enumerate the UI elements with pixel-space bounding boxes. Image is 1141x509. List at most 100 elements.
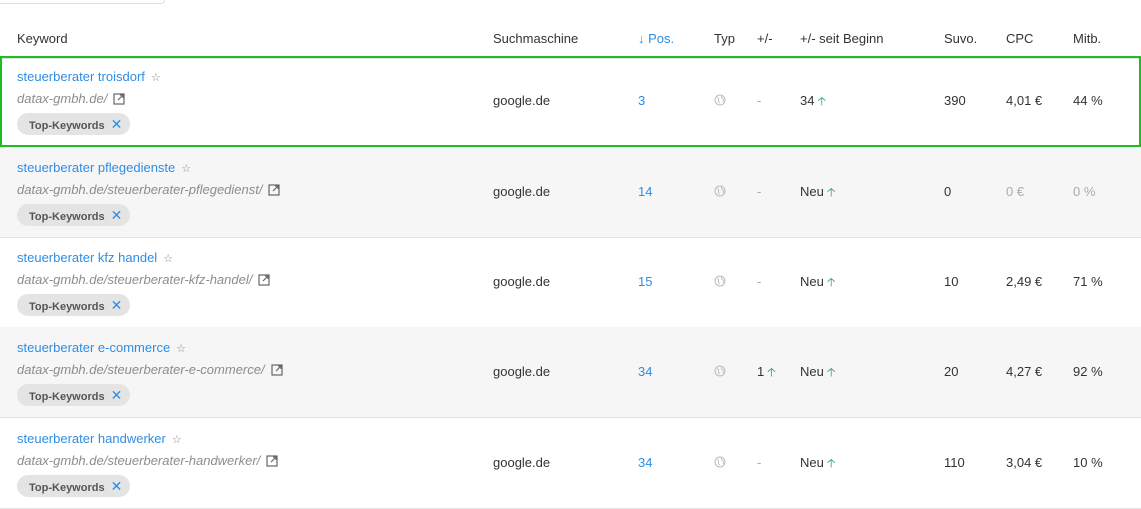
globe-icon (714, 328, 726, 418)
table-row[interactable]: steuerberater pflegedienste ☆ datax-gmbh.d… (0, 147, 1141, 238)
keyword-link[interactable]: steuerberater pflegedienste ☆ (17, 160, 191, 175)
delta-cell: - (757, 56, 761, 146)
globe-icon (714, 419, 726, 509)
type-cell (714, 327, 726, 417)
tag-chip: Top-Keywords ✕ (17, 204, 131, 226)
since-value: Neu (800, 455, 824, 470)
url-text: datax-gmbh.de/steuerberater-e-commerce/ (17, 362, 283, 379)
header-type[interactable]: Typ (714, 31, 735, 46)
cpc-cell: 3,04 € (1006, 455, 1043, 470)
tag-label: Top-Keywords (29, 211, 105, 223)
tag-chip: Top-Keywords ✕ (17, 475, 131, 497)
url-text: datax-gmbh.de/steuerberater-pflegedienst… (17, 182, 281, 199)
table-row[interactable]: steuerberater troisdorf ☆ datax-gmbh.de/To… (0, 56, 1141, 147)
arrow-up-icon: 🡡 (817, 94, 827, 108)
since-value: Neu (800, 184, 824, 199)
volume-cell: 0 (944, 184, 952, 199)
engine-cell: google.de (493, 184, 551, 199)
tag-chip: Top-Keywords ✕ (17, 294, 131, 316)
header-volume[interactable]: Suvo. (944, 31, 977, 46)
delta-cell: 1 🡡 (757, 327, 776, 417)
engine-cell: google.de (493, 274, 551, 289)
external-link-icon[interactable] (268, 184, 281, 199)
arrow-up-icon: 🡡 (826, 185, 836, 199)
header-keyword[interactable]: Keyword (17, 31, 68, 46)
since-cell: Neu 🡡 (800, 418, 835, 508)
since-cell: Neu 🡡 (800, 237, 835, 327)
keyword-text[interactable]: steuerberater handwerker (17, 431, 166, 446)
type-cell (714, 418, 726, 508)
volume-cell: 10 (944, 274, 959, 289)
close-icon[interactable]: ✕ (111, 207, 123, 223)
tag-label: Top-Keywords (29, 120, 105, 132)
star-icon[interactable]: ☆ (163, 253, 173, 265)
type-cell (714, 237, 726, 327)
delta-value: - (757, 93, 762, 108)
pos-cell[interactable]: 14 (638, 147, 652, 237)
close-icon[interactable]: ✕ (111, 116, 123, 132)
close-icon[interactable]: ✕ (111, 387, 123, 403)
tag-label: Top-Keywords (29, 482, 105, 494)
pos-cell[interactable]: 15 (638, 237, 652, 327)
tag-label: Top-Keywords (29, 301, 105, 313)
since-cell: Neu 🡡 (800, 147, 835, 237)
type-cell (714, 147, 726, 237)
keyword-link[interactable]: steuerberater e-commerce ☆ (17, 340, 186, 355)
type-cell (714, 56, 726, 146)
star-icon[interactable]: ☆ (151, 72, 161, 84)
star-icon[interactable]: ☆ (181, 163, 191, 175)
arrow-up-icon: 🡡 (767, 365, 776, 379)
delta-cell: - (757, 237, 761, 327)
table-row[interactable]: steuerberater kfz handel ☆ datax-gmbh.de/s… (0, 237, 1141, 328)
url-label: datax-gmbh.de/steuerberater-pflegedienst… (17, 182, 263, 197)
keyword-text[interactable]: steuerberater pflegedienste (17, 160, 175, 175)
volume-cell: 20 (944, 364, 959, 379)
pos-cell[interactable]: 3 (638, 56, 645, 146)
keyword-link[interactable]: steuerberater handwerker ☆ (17, 431, 182, 446)
external-link-icon[interactable] (113, 93, 125, 108)
header-delta[interactable]: +/- (757, 31, 773, 46)
since-value: 34 (800, 93, 815, 108)
table-row[interactable]: steuerberater handwerker ☆ datax-gmbh.de/s… (0, 418, 1141, 509)
delta-value: - (757, 274, 762, 289)
header-engine[interactable]: Suchmaschine (493, 31, 578, 46)
header-share[interactable]: Mitb. (1073, 31, 1101, 46)
share-cell: 92 % (1073, 364, 1103, 379)
keyword-text[interactable]: steuerberater e-commerce (17, 340, 170, 355)
engine-cell: google.de (493, 455, 551, 470)
pos-cell[interactable]: 34 (638, 418, 652, 508)
close-icon[interactable]: ✕ (111, 297, 123, 313)
pos-cell[interactable]: 34 (638, 327, 652, 417)
external-link-icon[interactable] (271, 364, 283, 379)
volume-cell: 110 (944, 455, 965, 470)
engine-cell: google.de (493, 93, 551, 108)
table-row[interactable]: steuerberater e-commerce ☆ datax-gmbh.de/s… (0, 327, 1141, 418)
keyword-link[interactable]: steuerberater kfz handel ☆ (17, 250, 173, 265)
url-label: datax-gmbh.de/ (17, 91, 108, 106)
url-text: datax-gmbh.de/steuerberater-handwerker/ (17, 453, 278, 470)
cpc-cell: 2,49 € (1006, 274, 1043, 289)
share-cell: 71 % (1073, 274, 1103, 289)
arrow-up-icon: 🡡 (826, 365, 836, 379)
since-value: Neu (800, 364, 824, 379)
share-cell: 44 % (1073, 93, 1103, 108)
delta-cell: - (757, 147, 761, 237)
external-link-icon[interactable] (266, 455, 278, 470)
keyword-link[interactable]: steuerberater troisdorf ☆ (17, 69, 161, 84)
star-icon[interactable]: ☆ (172, 434, 182, 446)
engine-cell: google.de (493, 364, 551, 379)
url-label: datax-gmbh.de/steuerberater-e-commerce/ (17, 362, 265, 377)
close-icon[interactable]: ✕ (111, 478, 123, 494)
external-link-icon[interactable] (258, 274, 270, 289)
header-since[interactable]: +/- seit Beginn (800, 31, 883, 46)
url-text: datax-gmbh.de/steuerberater-kfz-handel/ (17, 272, 270, 289)
delta-value: 1 (757, 364, 765, 379)
table-header: Keyword Suchmaschine ↓ Pos. Typ +/- +/- … (0, 14, 1141, 59)
header-pos[interactable]: ↓ Pos. (638, 31, 674, 46)
header-cpc[interactable]: CPC (1006, 31, 1033, 46)
tag-chip: Top-Keywords ✕ (17, 113, 131, 135)
keyword-text[interactable]: steuerberater troisdorf (17, 69, 145, 84)
globe-icon (714, 57, 726, 147)
keyword-text[interactable]: steuerberater kfz handel (17, 250, 157, 265)
star-icon[interactable]: ☆ (176, 343, 186, 355)
